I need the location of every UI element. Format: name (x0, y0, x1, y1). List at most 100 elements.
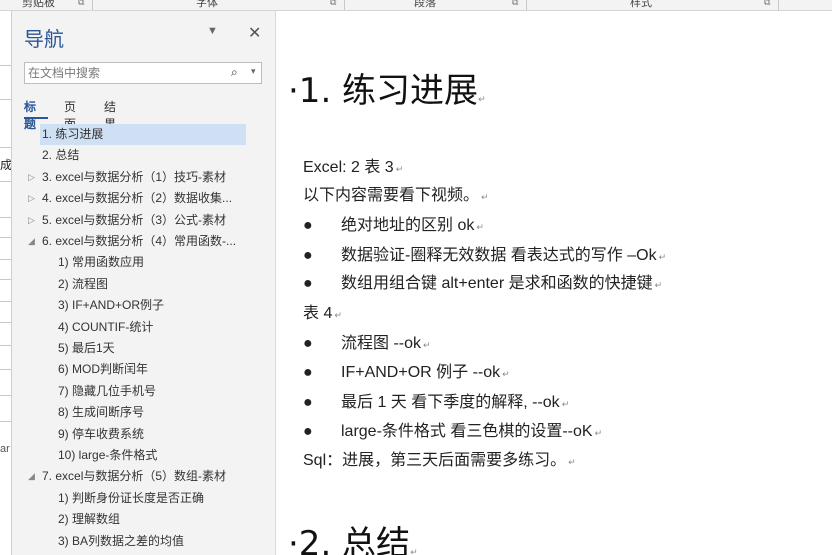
nav-heading-item[interactable]: 9) 停车收费系统 (12, 424, 262, 445)
nav-heading-item[interactable]: 1) 常用函数应用 (12, 252, 262, 273)
nav-heading-item[interactable]: 4) COUNTIF-统计 (12, 317, 262, 338)
ribbon-separator (526, 0, 527, 10)
search-icon[interactable]: ⌕ (231, 65, 238, 80)
bullet-icon: ● (303, 394, 313, 411)
nav-heading-item[interactable]: 2) 理解数组 (12, 509, 262, 530)
body-paragraph[interactable]: 以下内容需要看下视频。 ↵ (303, 181, 489, 205)
paragraph-mark-icon: ↵ (502, 369, 510, 379)
ribbon-group-clipboard: 剪贴板 (22, 0, 55, 9)
heading-1[interactable]: ·1. 练习进展↵ (288, 63, 486, 112)
nav-heading-item[interactable]: 3) BA列数据之差的均值 (12, 531, 262, 552)
nav-heading-label: 1) 判断身份证长度是否正确 (58, 490, 205, 505)
nav-pane-title: 导航 (24, 29, 64, 51)
paragraph-mark-icon: ↵ (334, 310, 342, 320)
active-tab-underline (24, 117, 48, 119)
nav-heading-label: 7. excel与数据分析（5）数组-素材 (42, 469, 227, 484)
nav-heading-item[interactable]: 6) MOD判断闰年 (12, 359, 262, 380)
close-icon[interactable]: ✕ (248, 23, 261, 43)
styles-launcher-icon[interactable]: ⧉ (764, 0, 770, 8)
expand-arrow-icon[interactable]: ▷ (28, 188, 35, 209)
nav-heading-item[interactable]: ◢ 7. excel与数据分析（5）数组-素材 (12, 466, 262, 487)
paragraph-mark-icon: ↵ (654, 280, 663, 290)
nav-heading-label: 9) 停车收费系统 (58, 426, 145, 441)
nav-heading-label: 6. excel与数据分析（4）常用函数-... (42, 234, 237, 248)
search-input[interactable] (28, 65, 218, 81)
expand-arrow-icon[interactable]: ▷ (28, 210, 35, 231)
nav-heading-item[interactable]: 10) large-条件格式 (12, 445, 262, 466)
bullet-list-item[interactable]: ● IF+AND+OR 例子 --ok ↵ (303, 358, 510, 382)
paragraph-mark-icon: ↵ (478, 95, 486, 105)
heading-2-text: ·2. 总结 (288, 524, 411, 555)
clipboard-launcher-icon[interactable]: ⧉ (78, 0, 84, 8)
line-text: 表 4 (303, 305, 333, 322)
nav-heading-label: 5. excel与数据分析（3）公式-素材 (42, 212, 227, 227)
collapse-arrow-icon[interactable]: ◢ (28, 231, 35, 252)
bullet-icon: ● (303, 364, 313, 381)
font-launcher-icon[interactable]: ⧉ (330, 0, 336, 8)
line-text: 流程图 --ok (341, 335, 422, 352)
line-text: IF+AND+OR 例子 --ok (341, 364, 501, 381)
ribbon-separator (778, 0, 779, 10)
nav-heading-label: 3) BA列数据之差的均值 (58, 533, 185, 548)
bullet-list-item[interactable]: ● 数据验证-圈释无效数据 看表达式的写作 –Ok ↵ (303, 241, 666, 265)
search-options-chevron-icon[interactable]: ▾ (251, 66, 256, 77)
nav-heading-item[interactable]: 1. 练习进展 (40, 124, 246, 145)
nav-heading-label: 1. 练习进展 (42, 127, 104, 141)
bullet-list-item[interactable]: ● 数组用组合键 alt+enter 是求和函数的快捷键 ↵ (303, 269, 662, 293)
paragraph-mark-icon: ↵ (481, 192, 489, 202)
nav-heading-item[interactable]: ◢ 6. excel与数据分析（4）常用函数-... (12, 231, 262, 252)
body-paragraph[interactable]: Excel: 2 表 3 ↵ (303, 153, 403, 177)
line-text: 以下内容需要看下视频。 (303, 187, 480, 204)
body-paragraph[interactable]: Sql：进展，第三天后面需要多练习。 ↵ (303, 446, 576, 470)
paragraph-mark-icon: ↵ (658, 252, 667, 262)
nav-heading-label: 2) 理解数组 (58, 512, 121, 527)
line-text: 绝对地址的区别 ok (341, 217, 475, 234)
nav-heading-item[interactable]: 2) 流程图 (12, 274, 262, 295)
nav-heading-label: 7) 隐藏几位手机号 (58, 383, 157, 398)
heading-1-text: ·1. 练习进展 (288, 71, 479, 111)
bullet-list-item[interactable]: ● 流程图 --ok ↵ (303, 329, 431, 353)
paragraph-launcher-icon[interactable]: ⧉ (512, 0, 518, 8)
search-box: ⌕ ▾ (24, 62, 262, 84)
document-page: ·1. 练习进展↵ Excel: 2 表 3 ↵ 以下内容需要看下视频。 ↵ ● 绝对地址… (276, 11, 832, 555)
bullet-icon: ● (303, 335, 313, 352)
nav-heading-item[interactable]: 1) 判断身份证长度是否正确 (12, 488, 262, 509)
nav-heading-item[interactable]: ▷ 5. excel与数据分析（3）公式-素材 (12, 210, 262, 231)
collapse-arrow-icon[interactable]: ◢ (28, 466, 35, 487)
ribbon-group-labels: 剪贴板 ⧉ 字体 ⧉ 段落 ⧉ 样式 ⧉ (0, 0, 832, 11)
nav-heading-item[interactable]: ▷ 4. excel与数据分析（2）数据收集... (12, 188, 262, 209)
navigation-pane: 导航 ▼ ✕ ⌕ ▾ 标题 页面 结果 1. 练习进展2. 总结▷3. exce… (12, 11, 276, 555)
chevron-down-icon[interactable]: ▼ (207, 25, 218, 37)
bullet-icon: ● (303, 247, 313, 264)
background-window-strip: 成 ar (0, 11, 12, 555)
nav-heading-item[interactable]: 7) 隐藏几位手机号 (12, 381, 262, 402)
nav-heading-item[interactable]: ▷ 3. excel与数据分析（1）技巧-素材 (12, 167, 262, 188)
nav-heading-item[interactable]: 5) 最后1天 (12, 338, 262, 359)
bullet-icon: ● (303, 423, 313, 440)
ribbon-group-font: 字体 (196, 0, 218, 9)
tab-headings[interactable]: 标题 (24, 98, 36, 132)
nav-heading-label: 3. excel与数据分析（1）技巧-素材 (42, 169, 227, 184)
nav-heading-label: 5) 最后1天 (58, 341, 115, 355)
nav-heading-item[interactable]: 3) IF+AND+OR例子 (12, 295, 262, 316)
line-text: Sql：进展，第三天后面需要多练习。 (303, 452, 567, 469)
nav-heading-label: 2. 总结 (42, 148, 80, 163)
ribbon-separator (344, 0, 345, 10)
bullet-list-item[interactable]: ● large-条件格式 看三色棋的设置--oK ↵ (303, 417, 602, 441)
bullet-list-item[interactable]: ● 绝对地址的区别 ok ↵ (303, 211, 484, 235)
nav-heading-item[interactable]: 8) 生成间断序号 (12, 402, 262, 423)
nav-heading-item[interactable]: 2. 总结 (12, 145, 262, 166)
paragraph-mark-icon: ↵ (476, 222, 484, 232)
paragraph-mark-icon: ↵ (423, 340, 431, 350)
line-text: 数组用组合键 alt+enter 是求和函数的快捷键 (341, 275, 653, 292)
line-text: large-条件格式 看三色棋的设置--oK (341, 423, 593, 440)
expand-arrow-icon[interactable]: ▷ (28, 167, 35, 188)
paragraph-mark-icon: ↵ (395, 164, 404, 174)
heading-2[interactable]: ·2. 总结↵ (288, 516, 418, 555)
nav-heading-label: 3) IF+AND+OR例子 (58, 298, 165, 313)
strip-text-fragment: ar (0, 443, 10, 455)
bullet-list-item[interactable]: ● 最后 1 天 看下季度的解释, --ok ↵ (303, 388, 569, 412)
paragraph-mark-icon: ↵ (410, 548, 418, 555)
nav-heading-label: 4. excel与数据分析（2）数据收集... (42, 191, 233, 206)
body-paragraph[interactable]: 表 4 ↵ (303, 299, 342, 323)
